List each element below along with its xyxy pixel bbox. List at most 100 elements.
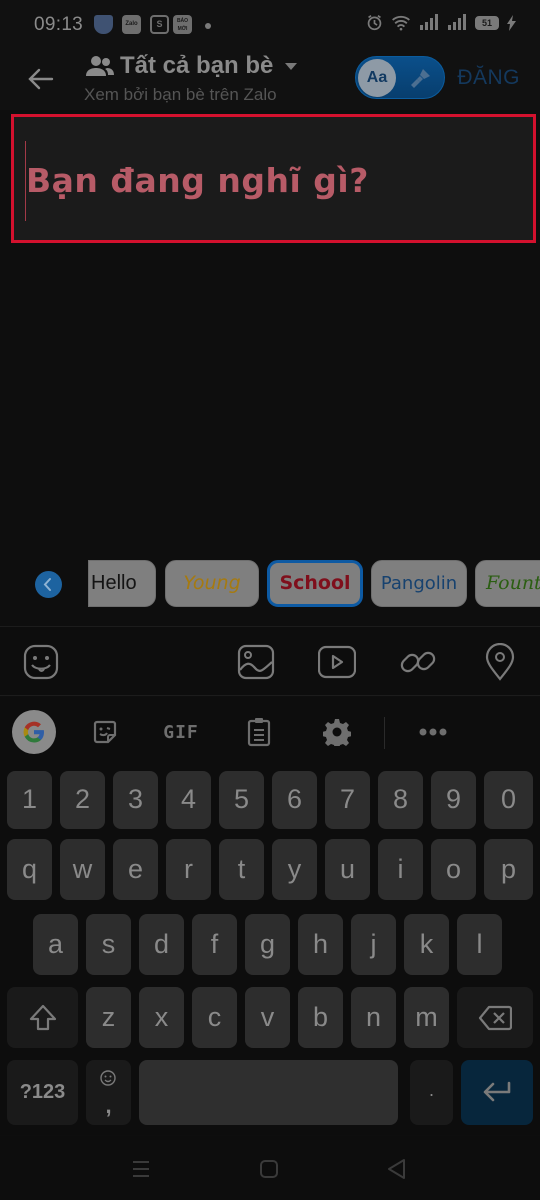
back-button[interactable] xyxy=(24,62,58,96)
clipboard-button[interactable] xyxy=(240,710,278,754)
back-nav-icon[interactable] xyxy=(384,1156,410,1182)
charging-icon xyxy=(507,14,516,31)
font-chip-hello[interactable]: Hello xyxy=(88,560,156,607)
sticker-button[interactable] xyxy=(86,710,124,754)
key-k[interactable]: k xyxy=(404,914,449,975)
key-q[interactable]: q xyxy=(7,839,52,900)
key-l[interactable]: l xyxy=(457,914,502,975)
key-h[interactable]: h xyxy=(298,914,343,975)
status-time: 09:13 xyxy=(34,14,84,35)
text-mode-knob: Aa xyxy=(358,59,396,97)
key-p[interactable]: p xyxy=(484,839,533,900)
home-icon[interactable] xyxy=(256,1156,282,1182)
key-y[interactable]: y xyxy=(272,839,317,900)
paint-brush-icon xyxy=(411,69,430,88)
shield-app-icon xyxy=(94,15,113,34)
arrow-left-icon xyxy=(28,68,54,90)
key-j[interactable]: j xyxy=(351,914,396,975)
bao-moi-icon: BÁO MỚI xyxy=(173,15,192,34)
more-notifications-dot-icon xyxy=(205,23,211,29)
key-g[interactable]: g xyxy=(245,914,290,975)
audience-selector[interactable]: Tất cả bạn bè xyxy=(86,52,298,80)
composer-placeholder: Bạn đang nghĩ gì? xyxy=(26,161,369,200)
header: Tất cả bạn bè Xem bởi bạn bè trên Zalo A… xyxy=(0,48,540,110)
key-x[interactable]: x xyxy=(139,987,184,1048)
key-a[interactable]: a xyxy=(33,914,78,975)
key-f[interactable]: f xyxy=(192,914,237,975)
post-button[interactable]: ĐĂNG xyxy=(457,66,520,90)
shift-key[interactable] xyxy=(7,987,78,1048)
key-2[interactable]: 2 xyxy=(60,771,105,829)
gif-button[interactable]: GIF xyxy=(158,710,204,754)
key-9[interactable]: 9 xyxy=(431,771,476,829)
keyboard-toolbar: GIF xyxy=(0,697,540,767)
google-g-icon xyxy=(23,721,44,743)
key-w[interactable]: w xyxy=(60,839,105,900)
emoji-comma-key[interactable]: , xyxy=(86,1060,131,1125)
key-5[interactable]: 5 xyxy=(219,771,264,829)
key-1[interactable]: 1 xyxy=(7,771,52,829)
alarm-icon xyxy=(367,14,382,31)
system-navigation-bar xyxy=(0,1136,540,1200)
key-o[interactable]: o xyxy=(431,839,476,900)
audience-subtitle: Xem bởi bạn bè trên Zalo xyxy=(84,85,277,104)
friends-icon xyxy=(86,56,114,76)
status-bar: 09:13 Zalo S BÁO MỚI 51 xyxy=(0,0,540,48)
signal-2-icon xyxy=(448,14,466,30)
font-chip-fountain[interactable]: Fountain xyxy=(475,560,540,607)
font-style-bar: Hello Young School Pangolin Fountain xyxy=(0,550,540,620)
font-chip-school[interactable]: School xyxy=(267,560,363,607)
key-8[interactable]: 8 xyxy=(378,771,423,829)
text-style-toggle[interactable]: Aa xyxy=(355,56,445,99)
attachment-bar xyxy=(0,626,540,696)
composer-empty-area xyxy=(0,246,540,546)
key-z[interactable]: z xyxy=(86,987,131,1048)
key-n[interactable]: n xyxy=(351,987,396,1048)
chevron-left-icon xyxy=(43,578,51,591)
shopee-icon: S xyxy=(150,15,169,34)
key-0[interactable]: 0 xyxy=(484,771,533,829)
enter-key[interactable] xyxy=(461,1060,533,1125)
video-icon[interactable] xyxy=(318,643,356,681)
more-button[interactable] xyxy=(413,710,453,754)
backspace-key[interactable] xyxy=(457,987,533,1048)
key-b[interactable]: b xyxy=(298,987,343,1048)
key-i[interactable]: i xyxy=(378,839,423,900)
sticker-face-icon[interactable] xyxy=(22,643,60,681)
caret-down-icon xyxy=(285,62,298,70)
key-t[interactable]: t xyxy=(219,839,264,900)
google-button[interactable] xyxy=(12,710,56,754)
location-pin-icon[interactable] xyxy=(481,643,519,681)
photo-icon[interactable] xyxy=(237,643,275,681)
shift-arrow-icon xyxy=(29,1004,56,1031)
key-e[interactable]: e xyxy=(113,839,158,900)
status-text-input[interactable]: Bạn đang nghĩ gì? xyxy=(11,114,536,243)
font-chip-young[interactable]: Young xyxy=(165,560,259,607)
key-v[interactable]: v xyxy=(245,987,290,1048)
key-6[interactable]: 6 xyxy=(272,771,317,829)
font-chip-pangolin[interactable]: Pangolin xyxy=(371,560,467,607)
symbols-key[interactable]: ?123 xyxy=(7,1060,78,1125)
font-bar-back-button[interactable] xyxy=(35,571,62,598)
key-4[interactable]: 4 xyxy=(166,771,211,829)
key-r[interactable]: r xyxy=(166,839,211,900)
key-s[interactable]: s xyxy=(86,914,131,975)
sticker-icon xyxy=(93,720,117,744)
key-u[interactable]: u xyxy=(325,839,370,900)
link-icon[interactable] xyxy=(399,643,437,681)
key-3[interactable]: 3 xyxy=(113,771,158,829)
toolbar-divider xyxy=(384,717,385,749)
signal-1-icon xyxy=(420,14,438,30)
key-m[interactable]: m xyxy=(404,987,449,1048)
gear-icon xyxy=(323,719,351,746)
settings-button[interactable] xyxy=(318,710,356,754)
key-c[interactable]: c xyxy=(192,987,237,1048)
space-bar[interactable] xyxy=(139,1060,398,1125)
enter-arrow-icon xyxy=(483,1081,511,1102)
more-dots-icon xyxy=(419,728,447,736)
zalo-icon: Zalo xyxy=(122,15,141,34)
key-7[interactable]: 7 xyxy=(325,771,370,829)
key-d[interactable]: d xyxy=(139,914,184,975)
recent-apps-icon[interactable] xyxy=(128,1156,154,1182)
period-key[interactable]: . xyxy=(410,1060,453,1125)
